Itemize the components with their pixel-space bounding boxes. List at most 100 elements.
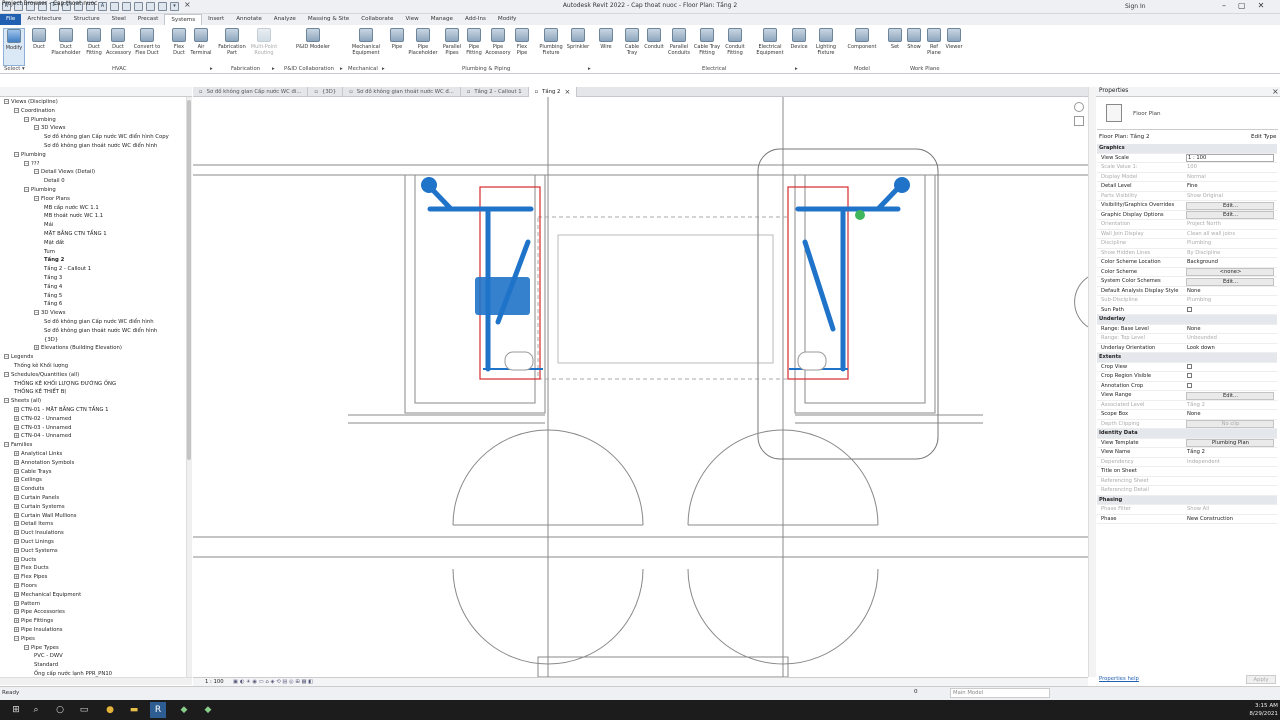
tree-item[interactable]: Tum [44,248,55,256]
tree-item[interactable]: MB thoát nước WC 1.1 [44,212,103,220]
tree-item[interactable]: −3D Views [34,124,65,132]
tree-item[interactable]: − Legends [4,353,33,361]
ribbon-button-show[interactable]: Show [905,28,923,66]
ribbon-tab-collaborate[interactable]: Collaborate [355,14,399,25]
expand-icon[interactable]: + [14,486,19,492]
collapse-icon[interactable]: − [4,442,9,448]
tree-item[interactable]: − Floor Plans [34,195,70,203]
tree-item[interactable]: + Curtain Systems [14,503,65,511]
ribbon-button-multi-point-routing[interactable]: Multi-Point Routing [248,28,280,66]
tree-item[interactable]: MB cấp nước WC 1.1 [44,204,99,212]
tree-item[interactable]: + Elevations (Building Elevation) [34,344,122,352]
sign-in-link[interactable]: Sign In [1125,3,1146,10]
property-value[interactable]: Tầng 2 [1186,448,1274,458]
tree-item[interactable]: Tầng 4 [44,283,62,291]
property-value[interactable]: None [1186,287,1274,297]
ribbon-button-parallel-conduits[interactable]: Parallel Conduits [667,28,691,66]
ribbon-button-sprinkler[interactable]: Sprinkler [566,28,590,66]
tree-item[interactable]: Thống kê Khối lượng [14,362,68,370]
switch-windows-icon[interactable] [158,2,167,11]
property-value[interactable]: Edit... [1186,201,1274,210]
ribbon-tab-manage[interactable]: Manage [425,14,459,25]
ribbon-tab-modify[interactable]: Modify [492,14,523,25]
ribbon-button-component[interactable]: Component [846,28,878,66]
expand-icon[interactable]: + [14,495,19,500]
view-scale[interactable]: 1 : 100 [205,679,224,685]
ribbon-button-ref-plane[interactable]: Ref Plane [925,28,943,66]
ribbon-button-modify[interactable]: Modify [3,28,25,66]
property-group[interactable]: Phasing [1097,495,1277,505]
property-value[interactable]: New Construction [1186,515,1274,525]
collapse-icon[interactable]: − [4,398,9,404]
expand-icon[interactable]: + [14,424,19,430]
ribbon-button-cable-tray[interactable]: Cable Tray [623,28,641,66]
ribbon-panel-label[interactable]: ▸ [795,66,798,72]
section-icon[interactable] [122,2,131,11]
expand-icon[interactable]: + [14,600,19,606]
ribbon-button-electrical-equipment[interactable]: Electrical Equipment [754,28,786,66]
ribbon-button-device[interactable]: Device [789,28,809,66]
ribbon-panel-label[interactable]: P&ID Collaboration [284,66,334,72]
ribbon-tab-file[interactable]: File [0,14,22,25]
tree-item[interactable]: + Pattern [14,600,40,608]
tree-item[interactable]: − Detail Views (Detail) [34,168,95,176]
tree-item[interactable]: Tầng 2 - Callout 1 [44,265,91,273]
customize-qat-icon[interactable]: ▾ [170,2,179,11]
ribbon-tab-steel[interactable]: Steel [106,14,132,25]
tree-item[interactable]: + Cable Trays [14,468,52,476]
ribbon-tab-architecture[interactable]: Architecture [21,14,67,25]
property-group[interactable]: Graphics [1097,144,1277,154]
task-view-icon[interactable]: ▭ [76,702,92,718]
ribbon-tab-analyze[interactable]: Analyze [268,14,302,25]
ribbon-button-lighting-fixture[interactable]: Lighting Fixture [812,28,840,66]
tree-item[interactable]: + Conduits [14,485,44,493]
tree-item[interactable]: THỐNG KÊ KHỐI LƯỢNG ĐƯỜNG ỐNG [14,380,116,388]
expand-icon[interactable]: + [14,521,19,527]
property-value[interactable]: Background [1186,258,1274,268]
ribbon-panel-label[interactable]: Plumbing & Piping [462,66,510,72]
ribbon-button-parallel-pipes[interactable]: Parallel Pipes [441,28,463,66]
cortana-icon[interactable]: ○ [52,702,68,718]
text-icon[interactable]: A [98,2,107,11]
ribbon-button-pipe-fitting[interactable]: Pipe Fitting [464,28,484,66]
ribbon-button-viewer[interactable]: Viewer [944,28,964,66]
3d-view-icon[interactable] [110,2,119,11]
close-hidden-icon[interactable] [146,2,155,11]
tree-item[interactable]: − Pipes [14,635,35,643]
windows-start-icon[interactable]: ⊞ [8,702,24,718]
tree-item[interactable]: − Coordination [14,107,55,115]
close-icon[interactable]: × [184,0,191,9]
tree-item[interactable]: − Pipe Types [24,644,59,652]
ribbon-button-pipe[interactable]: Pipe [389,28,405,66]
ribbon-button-air-terminal[interactable]: Air Terminal [190,28,212,66]
tree-item[interactable]: + Flex Pipes [14,573,47,581]
tree-item[interactable]: + Duct Insulations [14,529,64,537]
ribbon-button-fabrication-part[interactable]: Fabrication Part [217,28,247,66]
expand-icon[interactable]: + [14,627,19,632]
expand-icon[interactable]: + [14,556,19,562]
property-value[interactable]: None [1186,410,1274,420]
ribbon-button-wire[interactable]: Wire [597,28,615,66]
collapse-icon[interactable]: − [4,99,9,104]
tree-item[interactable]: Mặt đất [44,239,64,247]
tree-item[interactable]: {3D} [44,336,58,344]
collapse-icon[interactable]: − [14,635,19,641]
ribbon-panel-label[interactable]: Electrical [702,66,726,72]
expand-icon[interactable]: + [14,565,19,571]
ribbon-panel-label[interactable]: ▸ [272,66,275,72]
ribbon-tab-view[interactable]: View [399,14,424,25]
ribbon-button-duct-accessory[interactable]: Duct Accessory [106,28,131,66]
expand-icon[interactable]: + [14,574,19,580]
tree-item[interactable]: + Pipe Fittings [14,617,53,625]
tree-item[interactable]: + Duct Systems [14,547,58,555]
search-icon[interactable]: ⌕ [28,702,44,718]
tree-item[interactable]: Tầng 2 [44,256,64,264]
tree-item[interactable]: + CTN-01 - MẶT BẰNG CTN TẦNG 1 [14,406,109,414]
steering-wheel-icon[interactable] [1074,102,1084,112]
tree-item[interactable]: + Annotation Symbols [14,459,74,467]
tree-item[interactable]: − Plumbing [14,151,46,159]
ribbon-button-duct-placeholder[interactable]: Duct Placeholder [51,28,81,66]
tree-item[interactable]: Sơ đồ không gian Cấp nước WC điển hình [44,318,154,326]
tree-item[interactable]: −3D Views [34,309,65,317]
ribbon-panel-label[interactable]: ▸ [210,66,213,72]
